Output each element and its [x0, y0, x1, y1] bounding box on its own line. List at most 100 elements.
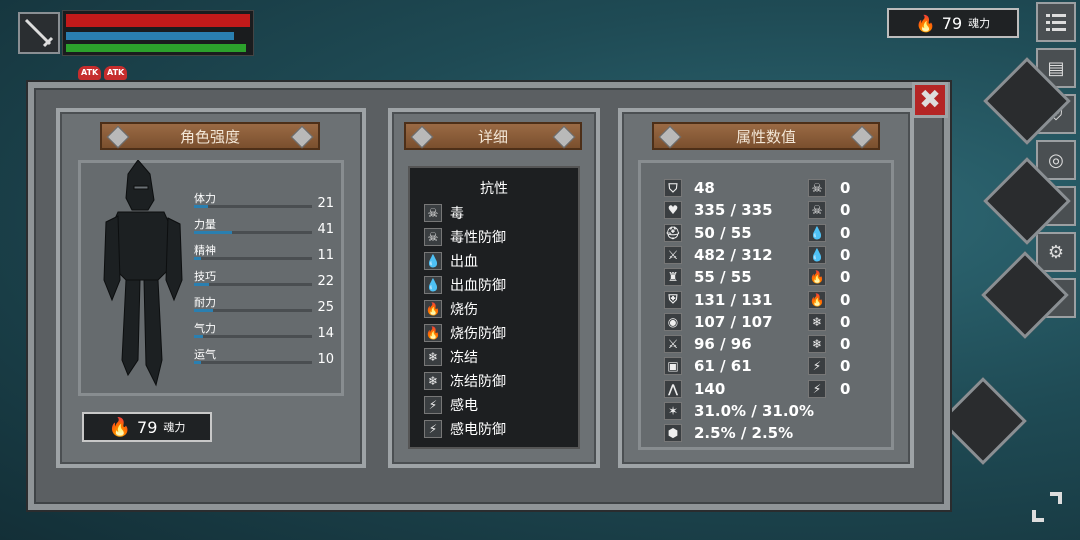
settings-button[interactable]: ⚙ — [1036, 232, 1076, 272]
attribute-value-row: ⛑ 50 / 55 — [664, 222, 752, 244]
details-title: 详细 — [404, 122, 582, 150]
mana-bar — [66, 32, 234, 40]
stat-label: 气力 — [194, 322, 216, 335]
soul-unit: 魂力 — [163, 421, 186, 434]
stat-bar-fill — [194, 283, 210, 286]
attribute-value-row: ✶ 31.0% / 31.0% — [664, 400, 814, 422]
resistance-list: 抗性 ☠ 毒 ☠ 毒性防御 💧 出血 💧 出血防御 🔥 烧伤 🔥 烧伤防御 ❄ 冻结 ❄ 冻结… — [408, 166, 580, 449]
attribute-value-row: ◉ 107 / 107 — [664, 311, 773, 333]
resistance-value: 0 — [840, 201, 851, 220]
attribute-value: 2.5% / 2.5% — [694, 424, 794, 443]
stat-bar — [194, 257, 312, 260]
skull-icon: ☠ — [808, 179, 826, 197]
stat-value: 11 — [317, 248, 334, 263]
guard-icon: ⬢ — [664, 424, 682, 443]
atk-buff-badge: ATK — [104, 66, 128, 80]
stat-label: 耐力 — [194, 296, 216, 309]
resistance-item: ☠ 毒性防御 — [424, 226, 506, 248]
soul-currency-display: 🔥 79 魂力 — [887, 8, 1019, 38]
resistance-value: 0 — [840, 223, 851, 242]
close-button[interactable]: ✖ — [912, 82, 948, 118]
skull-shield-icon: ☠ — [424, 228, 442, 246]
attribute-value-row: ⛉ 48 — [664, 177, 715, 199]
blood-shield-icon: 💧 — [808, 245, 826, 264]
stat-value: 41 — [317, 222, 334, 237]
attribute-value-row: ♥ 335 / 335 — [664, 199, 773, 221]
stat-row: 耐力 25 — [194, 294, 334, 318]
menu-button[interactable] — [1036, 2, 1076, 42]
bolt-icon — [850, 125, 874, 149]
stat-label: 力量 — [194, 218, 216, 231]
stat-value: 10 — [317, 352, 334, 367]
soul-power-button[interactable]: 🔥 79 魂力 — [82, 412, 212, 442]
attribute-value: 48 — [694, 179, 715, 197]
details-title-text: 详细 — [477, 127, 508, 146]
stat-label: 体力 — [194, 192, 216, 205]
atk-buff-badge: ATK — [78, 66, 102, 80]
resistance-header: 抗性 — [480, 181, 508, 197]
resistance-item: 🔥 烧伤防御 — [424, 322, 506, 344]
lungs-icon: ⋀ — [664, 379, 682, 398]
stat-bar — [194, 231, 312, 234]
resistance-value-row: ⚡ 0 — [808, 355, 850, 377]
resistance-label: 烧伤 — [450, 302, 478, 318]
resistance-label: 冻结 — [450, 350, 478, 366]
bolt-icon — [410, 125, 434, 149]
ring-icon: ◎ — [1048, 149, 1064, 171]
snowflake-icon: ❄ — [808, 312, 826, 331]
attack-sword-icon[interactable] — [939, 377, 1027, 465]
shield-round-icon: ◉ — [664, 312, 682, 331]
star-icon: ✶ — [664, 402, 682, 420]
sword-icon — [24, 18, 54, 48]
resistance-label: 毒性防御 — [450, 230, 506, 246]
stamina-bar — [66, 44, 246, 52]
stat-bar-fill — [194, 309, 213, 312]
fire-icon: 🔥 — [808, 268, 826, 287]
attribute-value: 107 / 107 — [694, 312, 773, 331]
bolt-icon — [552, 125, 576, 149]
resistance-label: 烧伤防御 — [450, 326, 506, 342]
resize-icon[interactable] — [1026, 486, 1070, 530]
stat-bar — [194, 283, 312, 286]
skull-icon: ☠ — [424, 204, 442, 222]
knight-character-model — [103, 160, 183, 387]
sword-icon: ⚔ — [664, 245, 682, 264]
attribute-value-row: ⛨ 131 / 131 — [664, 289, 773, 311]
attribute-value-row: ⋀ 140 — [664, 378, 725, 400]
attribute-value: 61 / 61 — [694, 357, 752, 376]
attributes-title-text: 属性数值 — [735, 127, 796, 146]
resistance-label: 感电 — [450, 398, 478, 414]
resistance-value-row: ☠ 0 — [808, 199, 850, 221]
currency-unit: 魂力 — [968, 17, 991, 30]
menu-icon — [1046, 14, 1066, 31]
resistance-value-row: 💧 0 — [808, 222, 850, 244]
currency-value: 79 — [941, 13, 963, 33]
fire-shield-icon: 🔥 — [424, 324, 442, 342]
stat-bar-fill — [194, 205, 209, 208]
bolt-icon — [658, 125, 682, 149]
attribute-value-row: ⚔ 96 / 96 — [664, 333, 752, 355]
stat-bar-fill — [194, 335, 204, 338]
equipped-weapon-slot[interactable] — [18, 12, 60, 54]
resistance-item: ⚡ 感电 — [424, 394, 478, 416]
flame-icon: 🔥 — [108, 416, 132, 438]
attribute-value-row: ⚔ 482 / 312 — [664, 244, 773, 266]
resistance-value: 0 — [840, 357, 851, 376]
resistance-value-row: 🔥 0 — [808, 266, 850, 288]
resistance-item: ❄ 冻结 — [424, 346, 478, 368]
resistance-item: ❄ 冻结防御 — [424, 370, 506, 392]
resistance-item: ☠ 毒 — [424, 202, 464, 224]
stat-row: 气力 14 — [194, 320, 334, 344]
soul-value: 79 — [137, 417, 158, 437]
castle-icon: ♜ — [664, 268, 682, 287]
attribute-value: 50 / 55 — [694, 223, 752, 242]
helmet-icon: ⛑ — [664, 223, 682, 242]
stat-bar — [194, 335, 312, 338]
stat-row: 运气 10 — [194, 346, 334, 370]
health-bar — [66, 14, 250, 27]
level-icon: ⛉ — [664, 179, 682, 197]
heart-icon: ♥ — [664, 201, 682, 220]
attribute-value: 335 / 335 — [694, 201, 773, 220]
attribute-value: 140 — [694, 379, 726, 398]
stat-bar — [194, 205, 312, 208]
